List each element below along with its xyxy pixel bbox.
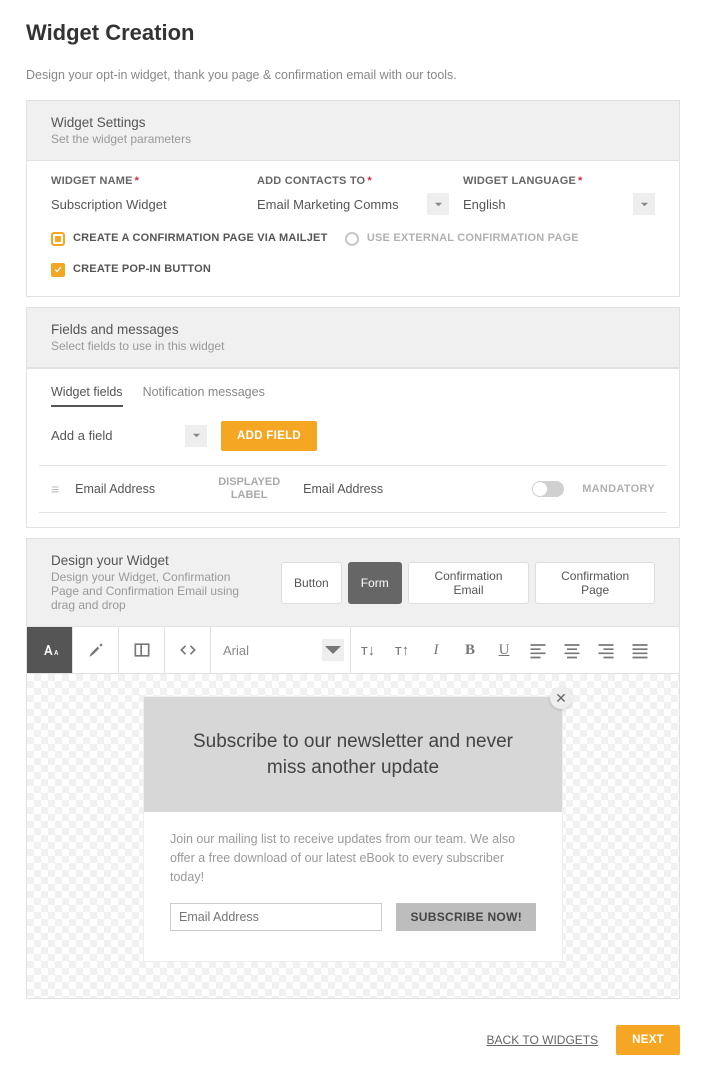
chevron-down-icon xyxy=(192,431,201,440)
displayed-label-value[interactable]: Email Address xyxy=(303,482,383,496)
align-left-icon xyxy=(528,640,548,660)
form-hero-text[interactable]: Subscribe to our newsletter and never mi… xyxy=(144,697,562,812)
add-field-label: Add a field xyxy=(51,428,171,443)
bold-button[interactable]: B xyxy=(453,627,487,673)
radio-unselected-icon xyxy=(345,232,359,246)
displayed-label-heading: DISPLAYED LABEL xyxy=(213,476,285,502)
option-confirmation-mailjet[interactable]: CREATE A CONFIRMATION PAGE VIA MAILJET xyxy=(51,231,335,246)
design-title: Design your Widget xyxy=(51,553,261,568)
form-preview[interactable]: ✕ Subscribe to our newsletter and never … xyxy=(143,696,563,962)
option-popin-button[interactable]: CREATE POP-IN BUTTON xyxy=(51,262,655,277)
option-confirmation-external[interactable]: USE EXTERNAL CONFIRMATION PAGE xyxy=(345,231,629,246)
align-center-button[interactable] xyxy=(555,627,589,673)
brush-icon xyxy=(86,640,106,660)
add-contacts-label: ADD CONTACTS TO* xyxy=(257,175,449,187)
mandatory-toggle[interactable] xyxy=(532,481,564,497)
font-size-up-icon: ᴛ↑ xyxy=(395,642,409,659)
font-size-decrease[interactable]: ᴛ↓ xyxy=(351,627,385,673)
editor-toolbar: Arial ᴛ↓ ᴛ↑ I B U xyxy=(27,627,679,674)
tool-layout[interactable] xyxy=(119,627,165,673)
next-button[interactable]: NEXT xyxy=(616,1025,680,1055)
text-aa-icon xyxy=(40,640,60,660)
add-contacts-dropdown[interactable] xyxy=(427,193,449,215)
italic-button[interactable]: I xyxy=(419,627,453,673)
widget-settings-title: Widget Settings xyxy=(51,115,655,130)
fields-title: Fields and messages xyxy=(51,322,655,337)
font-selector[interactable]: Arial xyxy=(211,627,351,673)
chevron-down-icon xyxy=(323,640,343,660)
close-icon: ✕ xyxy=(555,690,567,707)
page-subtitle: Design your opt-in widget, thank you pag… xyxy=(26,68,680,82)
widget-language-dropdown[interactable] xyxy=(633,193,655,215)
align-justify-button[interactable] xyxy=(623,627,657,673)
add-field-dropdown[interactable] xyxy=(185,425,207,447)
align-right-button[interactable] xyxy=(589,627,623,673)
design-subtitle: Design your Widget, Confirmation Page an… xyxy=(51,570,261,612)
tab-notification-messages[interactable]: Notification messages xyxy=(143,379,265,407)
widget-language-label: WIDGET LANGUAGE* xyxy=(463,175,655,187)
layout-columns-icon xyxy=(132,640,152,660)
align-justify-icon xyxy=(630,640,650,660)
tool-style[interactable] xyxy=(73,627,119,673)
tab-widget-fields[interactable]: Widget fields xyxy=(51,379,123,407)
widget-language-value: English xyxy=(463,197,506,212)
widget-name-input[interactable]: Subscription Widget xyxy=(51,195,243,214)
align-center-icon xyxy=(562,640,582,660)
font-size-down-icon: ᴛ↓ xyxy=(361,642,375,659)
widget-name-label: WIDGET NAME* xyxy=(51,175,243,187)
mandatory-label: MANDATORY xyxy=(582,483,655,495)
fields-subtitle: Select fields to use in this widget xyxy=(51,339,655,353)
align-right-icon xyxy=(596,640,616,660)
fields-panel: Fields and messages Select fields to use… xyxy=(26,307,680,528)
back-to-widgets-link[interactable]: BACK TO WIDGETS xyxy=(487,1033,599,1047)
widget-settings-panel: Widget Settings Set the widget parameter… xyxy=(26,100,680,297)
add-field-button[interactable]: ADD FIELD xyxy=(221,421,317,451)
page-title: Widget Creation xyxy=(26,20,680,46)
field-row: ≡ Email Address DISPLAYED LABEL Email Ad… xyxy=(39,465,667,513)
seg-confirmation-email[interactable]: Confirmation Email xyxy=(408,562,530,604)
subscribe-button[interactable]: SUBSCRIBE NOW! xyxy=(396,903,536,931)
tool-code[interactable] xyxy=(165,627,211,673)
form-paragraph[interactable]: Join our mailing list to receive updates… xyxy=(170,830,536,886)
email-address-input[interactable] xyxy=(170,903,382,931)
align-left-button[interactable] xyxy=(521,627,555,673)
code-icon xyxy=(178,640,198,660)
radio-selected-icon xyxy=(51,232,65,246)
drag-handle-icon[interactable]: ≡ xyxy=(51,481,57,497)
widget-settings-subtitle: Set the widget parameters xyxy=(51,132,655,146)
seg-button[interactable]: Button xyxy=(281,562,342,604)
chevron-down-icon xyxy=(434,200,443,209)
seg-form[interactable]: Form xyxy=(348,562,402,604)
close-button[interactable]: ✕ xyxy=(550,687,572,709)
underline-button[interactable]: U xyxy=(487,627,521,673)
design-panel: Design your Widget Design your Widget, C… xyxy=(26,538,680,999)
checkbox-checked-icon xyxy=(51,263,65,277)
chevron-down-icon xyxy=(640,200,649,209)
font-size-increase[interactable]: ᴛ↑ xyxy=(385,627,419,673)
seg-confirmation-page[interactable]: Confirmation Page xyxy=(535,562,655,604)
design-canvas: ✕ Subscribe to our newsletter and never … xyxy=(27,674,679,998)
field-name: Email Address xyxy=(75,482,195,496)
add-contacts-value: Email Marketing Comms xyxy=(257,197,399,212)
tool-text[interactable] xyxy=(27,627,73,673)
